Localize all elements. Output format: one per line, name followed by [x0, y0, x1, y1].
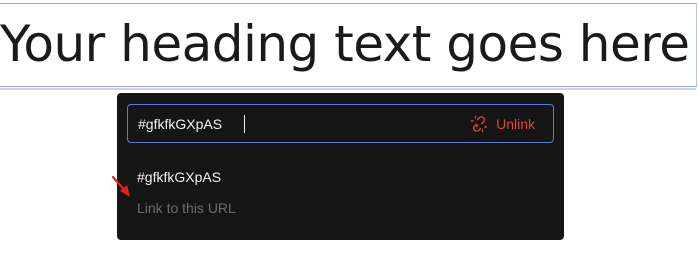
link-popover: Unlink #gfkfkGXpAS Link to this URL [117, 93, 564, 240]
link-input-container[interactable]: Unlink [127, 104, 554, 143]
unlink-label: Unlink [496, 115, 535, 132]
link-url-input[interactable] [138, 105, 438, 142]
suggestion-hint: Link to this URL [137, 200, 236, 216]
heading-block[interactable]: Your heading text goes here [0, 3, 697, 90]
page-heading[interactable]: Your heading text goes here [0, 14, 690, 74]
link-suggestion-item[interactable]: #gfkfkGXpAS Link to this URL [117, 163, 564, 216]
broken-link-icon [470, 115, 488, 133]
text-caret [244, 115, 245, 133]
red-arrow-pointer-icon [111, 175, 130, 197]
suggestion-url: #gfkfkGXpAS [137, 169, 222, 185]
unlink-button[interactable]: Unlink [470, 105, 535, 142]
